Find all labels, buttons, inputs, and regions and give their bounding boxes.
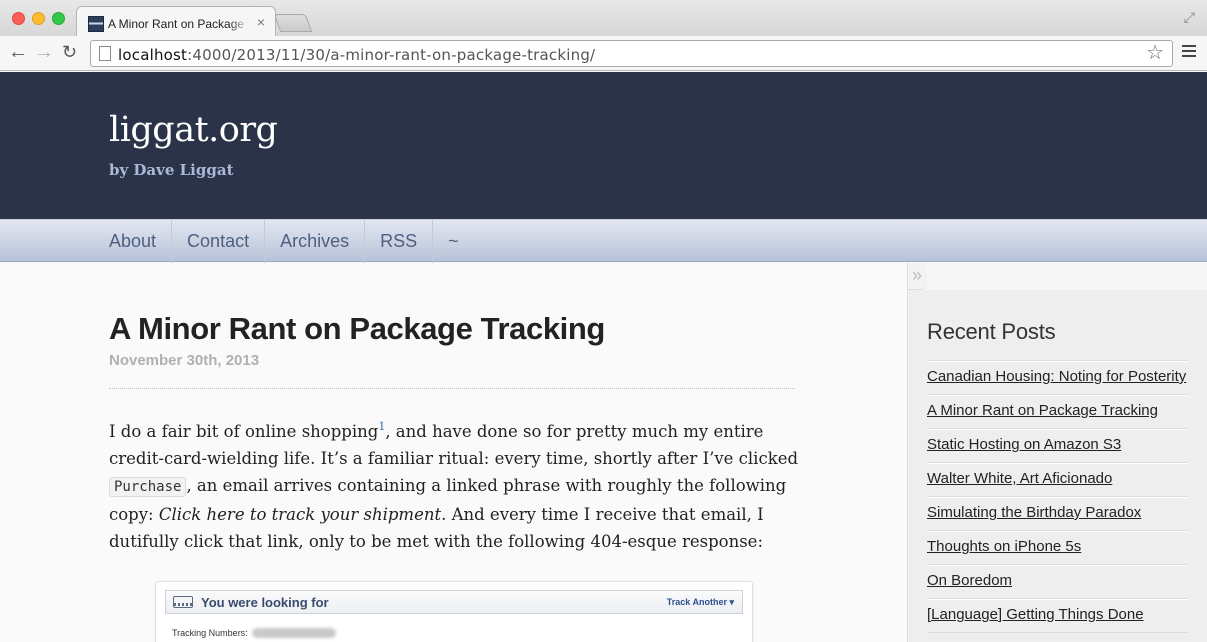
address-bar[interactable]: localhost:4000/2013/11/30/a-minor-rant-o… [90,40,1173,67]
favicon-icon [88,16,104,32]
collapse-sidebar-icon: » [912,265,923,285]
recent-post-link[interactable]: Simulating the Birthday Paradox [927,497,1189,531]
recent-posts-list: Canadian Housing: Noting for Posterity A… [927,360,1189,633]
recent-post-link[interactable]: Thoughts on iPhone 5s [927,531,1189,565]
reload-button[interactable]: ↻ [62,40,77,64]
emphasis-text: Click here to track your shipment [158,505,442,524]
minimize-window-button[interactable] [32,12,45,25]
page-icon [99,46,111,61]
redacted-number [251,628,336,638]
site-subtitle: by Dave Liggat [109,161,234,179]
divider [109,388,795,389]
back-button[interactable]: ← [8,40,28,64]
tab-close-icon[interactable]: × [257,15,265,29]
site-header: liggat.org by Dave Liggat [0,72,1207,219]
post-text: I do a fair bit of online shopping [109,422,379,441]
recent-post-link[interactable]: Static Hosting on Amazon S3 [927,429,1189,463]
tracking-numbers-label: Tracking Numbers: [172,628,248,638]
browser-tab[interactable]: A Minor Rant on Package Tracking × [76,6,276,38]
zoom-window-button[interactable] [52,12,65,25]
post-title: A Minor Rant on Package Tracking [109,311,605,346]
bookmark-star-icon[interactable]: ☆ [1146,42,1164,64]
tab-title: A Minor Rant on Package Tracking [108,17,250,31]
post-paragraph: I do a fair bit of online shopping1, and… [109,418,809,555]
browser-toolbar: ← → ↻ localhost:4000/2013/11/30/a-minor-… [0,36,1207,71]
nav-item-home[interactable]: ~ [432,220,474,263]
nav-item-contact[interactable]: Contact [171,220,264,263]
recent-post-link[interactable]: Walter White, Art Aficionado [927,463,1189,497]
menu-icon[interactable] [1182,45,1196,60]
sidebar-heading: Recent Posts [927,319,1056,344]
close-window-button[interactable] [12,12,25,25]
track-another-link: Track Another ▾ [666,597,734,607]
url-text[interactable]: localhost:4000/2013/11/30/a-minor-rant-o… [118,46,595,64]
sidebar: Recent Posts Canadian Housing: Noting fo… [907,290,1207,642]
site-nav: About Contact Archives RSS ~ [0,219,1207,263]
url-host: localhost [118,46,188,64]
forward-button[interactable]: → [34,40,54,64]
screenshot-figure: You were looking for Track Another ▾ Tra… [155,581,753,642]
url-path: :4000/2013/11/30/a-minor-rant-on-package… [187,46,596,64]
window-titlebar: A Minor Rant on Package Tracking × ⤢ [0,0,1207,38]
figure-header: You were looking for Track Another ▾ [165,590,743,614]
keyboard-icon [173,596,193,608]
recent-post-link[interactable]: On Boredom [927,565,1189,599]
new-tab-button[interactable] [273,14,313,32]
inline-code: Purchase [109,477,187,497]
recent-post-link[interactable]: [Language] Getting Things Done [927,599,1189,633]
recent-post-link[interactable]: A Minor Rant on Package Tracking [927,395,1189,429]
tracking-numbers-row: Tracking Numbers: [172,628,336,638]
fullscreen-icon[interactable]: ⤢ [1184,9,1195,26]
recent-post-link[interactable]: Canadian Housing: Noting for Posterity [927,361,1189,395]
sidebar-toggle[interactable]: » [907,263,927,290]
post-content: A Minor Rant on Package Tracking Novembe… [0,263,907,642]
nav-item-about[interactable]: About [109,220,171,263]
post-date: November 30th, 2013 [109,352,260,369]
figure-heading: You were looking for [201,595,329,610]
nav-item-archives[interactable]: Archives [264,220,364,263]
nav-item-rss[interactable]: RSS [364,220,432,263]
site-title[interactable]: liggat.org [109,110,278,150]
